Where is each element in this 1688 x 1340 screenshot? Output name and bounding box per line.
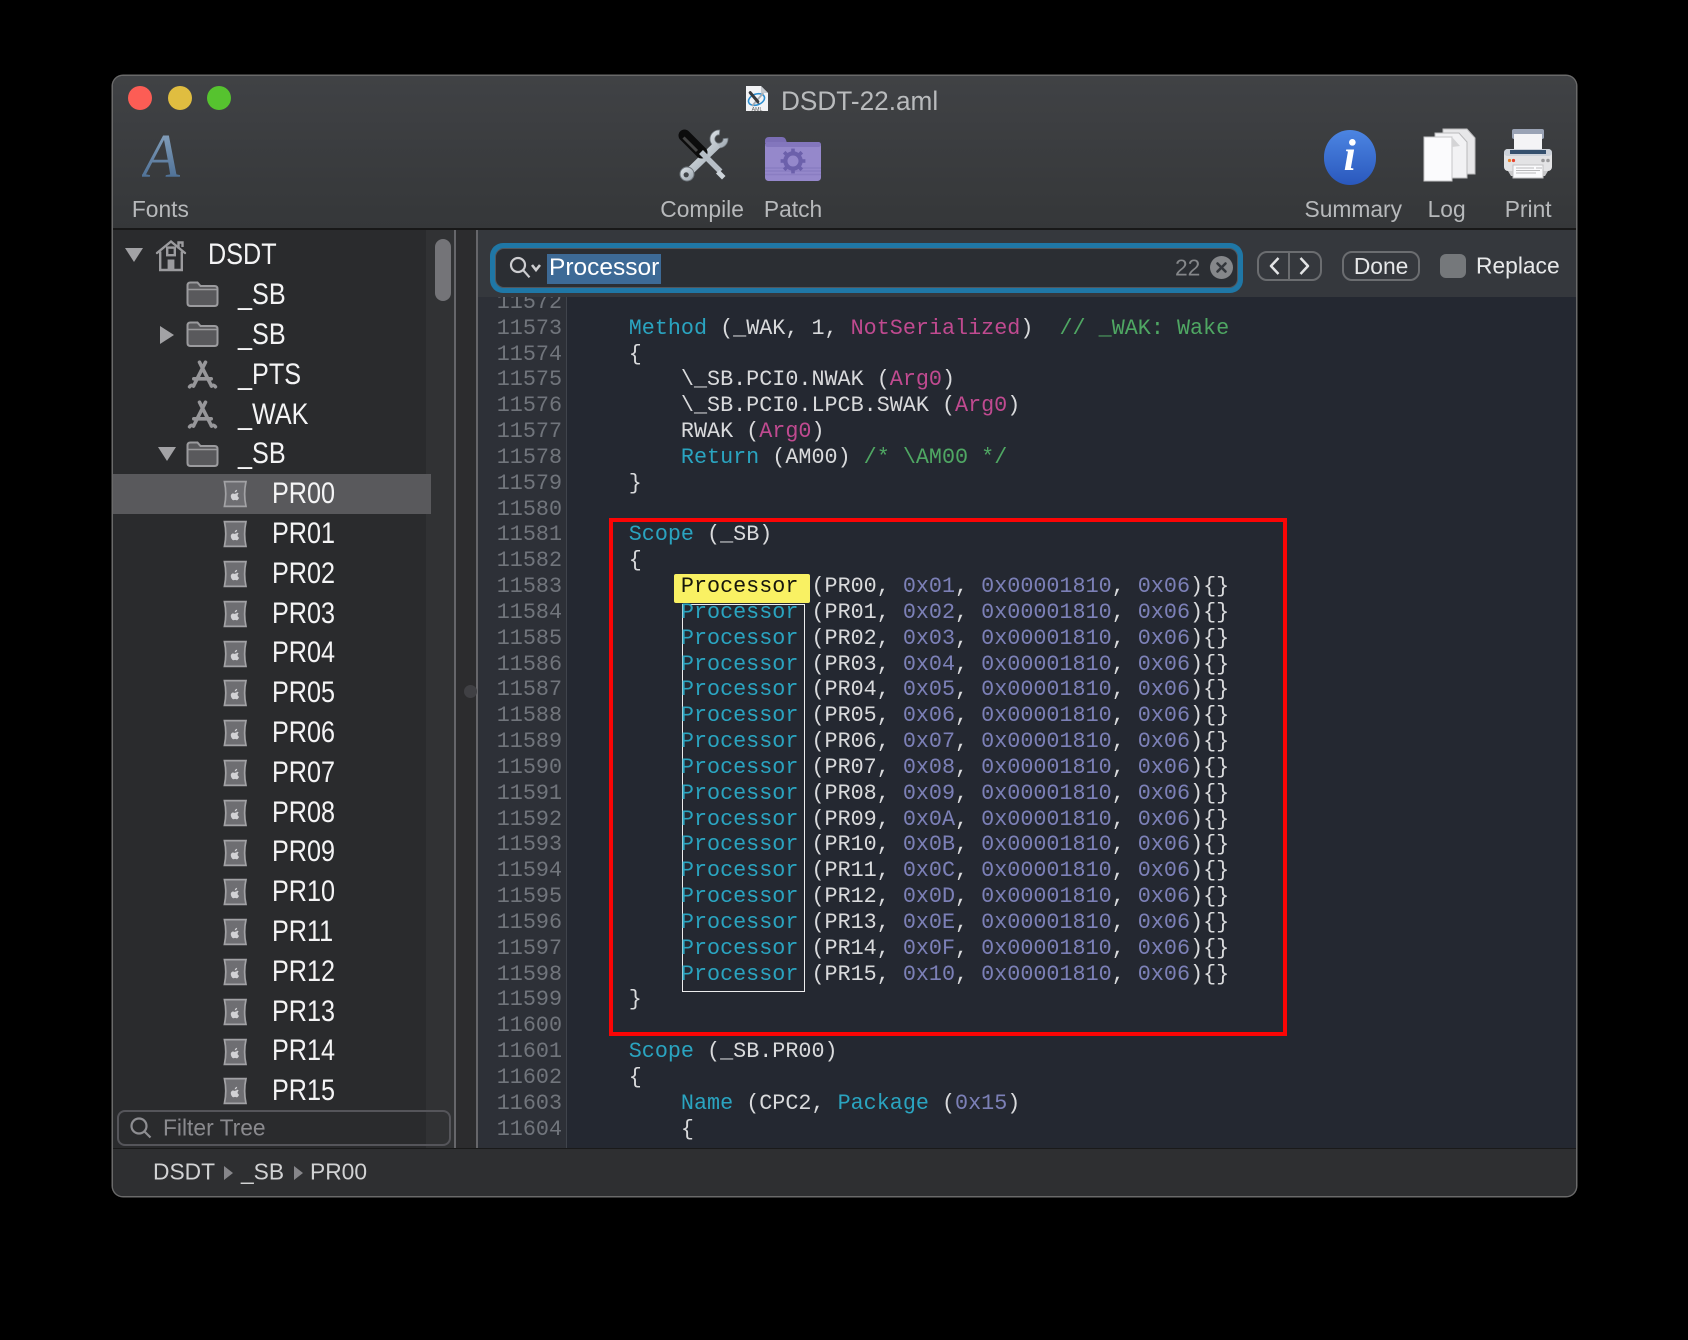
- svg-text:AML: AML: [752, 107, 763, 112]
